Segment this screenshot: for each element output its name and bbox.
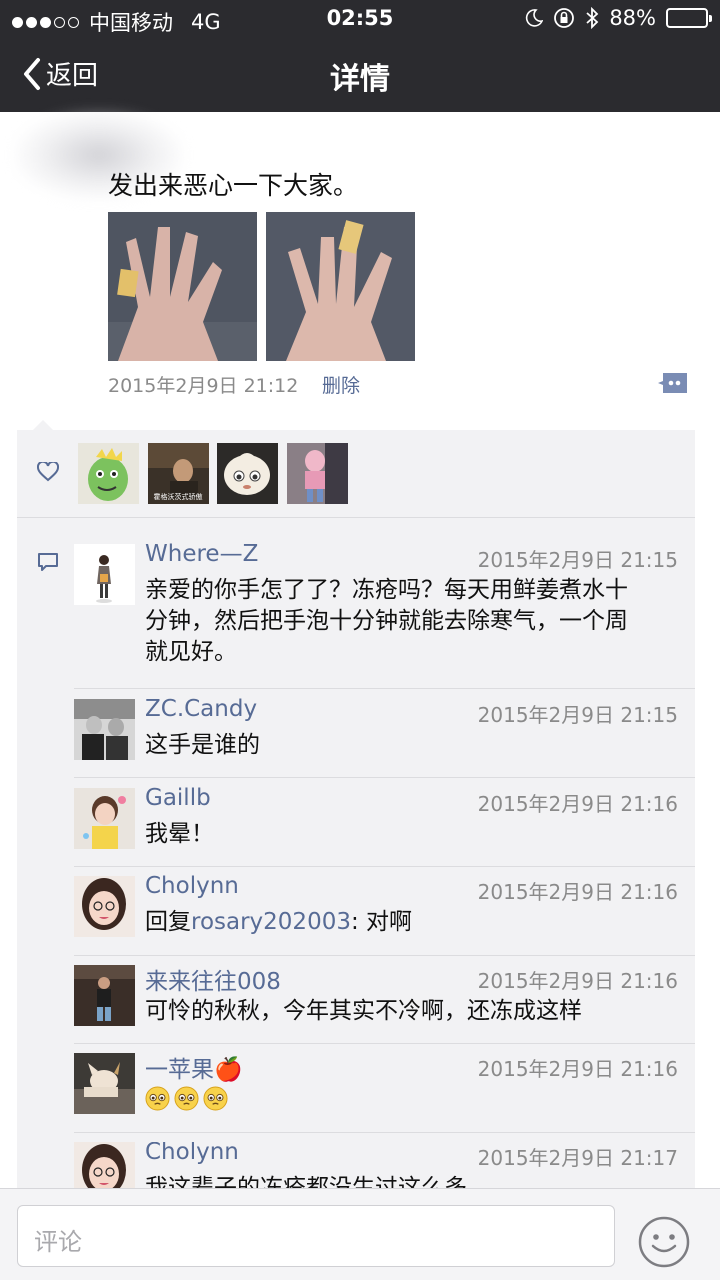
pleading-face-icon xyxy=(145,1086,170,1111)
like-avatar-3[interactable] xyxy=(217,443,278,504)
commenter-avatar[interactable] xyxy=(74,1053,135,1114)
comment-text: 回复rosary202003: 对啊 xyxy=(145,907,645,938)
more-comment-icon[interactable] xyxy=(657,371,689,395)
comment-time: 2015年2月9日 21:16 xyxy=(477,969,678,993)
commenter-avatar[interactable] xyxy=(74,1142,135,1190)
commenter-avatar[interactable] xyxy=(74,699,135,760)
comment-item: Gaillb 2015年2月9日 21:16 我晕！ xyxy=(74,785,678,858)
like-avatar-2[interactable]: 霍格沃茨式骄傲 xyxy=(148,443,209,504)
comment-item: ZC.Candy 2015年2月9日 21:15 这手是谁的 xyxy=(74,696,678,769)
pleading-face-icon xyxy=(203,1086,228,1111)
commenter-name[interactable]: 一苹果🍎 xyxy=(145,1050,243,1084)
commenter-name[interactable]: Cholynn xyxy=(145,1142,239,1165)
comment-time: 2015年2月9日 21:17 xyxy=(477,1146,678,1170)
comment-time: 2015年2月9日 21:15 xyxy=(477,703,678,727)
comment-text: 亲爱的你手怎了了？冻疮吗？每天用鲜姜煮水十分钟，然后把手泡十分钟就能去除寒气，一… xyxy=(145,577,628,665)
commenter-name[interactable]: Cholynn xyxy=(145,873,239,899)
pleading-face-icon xyxy=(174,1086,199,1111)
comment-time: 2015年2月9日 21:15 xyxy=(477,548,678,572)
divider xyxy=(74,777,695,778)
comment-time: 2015年2月9日 21:16 xyxy=(477,792,678,816)
moon-icon xyxy=(526,9,544,27)
comment-item: 来来往往008 2015年2月9日 21:16 可怜的秋秋，今年其实不冷啊，还冻… xyxy=(74,965,678,1035)
post-photo-2[interactable] xyxy=(266,212,415,361)
bluetooth-icon xyxy=(586,7,599,29)
feedback-panel: 霍格沃茨式骄傲 Where—Z 2015年2月9日 21:15 亲爱的你手怎了了… xyxy=(17,430,695,1190)
commenter-avatar[interactable] xyxy=(74,876,135,937)
comment-text: 🥺🥺🥺 xyxy=(145,1084,645,1115)
divider xyxy=(74,1043,695,1044)
commenter-avatar[interactable] xyxy=(74,544,135,605)
like-avatar-caption: 霍格沃茨式骄傲 xyxy=(154,492,203,501)
likes-row: 霍格沃茨式骄傲 xyxy=(17,430,695,518)
comment-text: 我晕！ xyxy=(145,821,214,847)
comment-input[interactable]: 评论 xyxy=(17,1205,615,1267)
top-bar: 中国移动 4G 02:55 88% 返回 详情 xyxy=(0,0,720,112)
commenter-name[interactable]: 来来往往008 xyxy=(145,962,281,996)
rotation-lock-icon xyxy=(554,8,575,28)
commenter-name[interactable]: Where—Z xyxy=(145,541,258,567)
like-avatar-1[interactable] xyxy=(78,443,139,504)
comment-time: 2015年2月9日 21:16 xyxy=(477,880,678,904)
heart-icon xyxy=(37,462,59,482)
like-avatar-4[interactable] xyxy=(287,443,348,504)
divider xyxy=(74,866,695,867)
divider xyxy=(74,1132,695,1133)
comment-item: Cholynn 2015年2月9日 21:17 我这辈子的冻疮都没生过这么多 xyxy=(74,1142,678,1190)
nav-bar: 返回 详情 xyxy=(0,38,720,112)
post-text: 发出来恶心一下大家。 xyxy=(108,171,359,200)
divider xyxy=(74,688,695,689)
divider xyxy=(74,955,695,956)
comment-text: 这手是谁的 xyxy=(145,732,260,758)
post-timestamp: 2015年2月9日 21:12 xyxy=(108,375,299,397)
comment-item: Where—Z 2015年2月9日 21:15 亲爱的你手怎了了？冻疮吗？每天用… xyxy=(74,541,678,674)
emoji-icon[interactable] xyxy=(638,1216,690,1268)
comment-icon xyxy=(38,553,58,571)
status-right: 88% xyxy=(525,6,712,30)
commenter-name[interactable]: Gaillb xyxy=(145,785,211,811)
battery-percent: 88% xyxy=(609,6,656,30)
comment-time: 2015年2月9日 21:16 xyxy=(477,1057,678,1081)
commenter-avatar[interactable] xyxy=(74,788,135,849)
delete-link[interactable]: 删除 xyxy=(322,371,360,398)
page-title: 详情 xyxy=(330,62,390,97)
comment-item: 一苹果🍎 2015年2月9日 21:16 🥺🥺🥺 xyxy=(74,1053,678,1123)
reply-prefix: 回复 xyxy=(145,909,191,935)
comment-text: 可怜的秋秋，今年其实不冷啊，还冻成这样 xyxy=(145,998,582,1024)
battery-icon xyxy=(666,8,712,28)
commenter-avatar[interactable] xyxy=(74,965,135,1026)
commenter-name[interactable]: ZC.Candy xyxy=(145,696,257,722)
post-photo-1[interactable] xyxy=(108,212,257,361)
reply-text: : 对啊 xyxy=(350,909,413,935)
comment-item: Cholynn 2015年2月9日 21:16 回复rosary202003: … xyxy=(74,873,678,946)
comment-bar: 评论 xyxy=(0,1188,720,1280)
reply-mention[interactable]: rosary202003 xyxy=(191,909,351,935)
panel-arrow xyxy=(33,420,53,430)
status-bar: 中国移动 4G 02:55 88% xyxy=(0,0,720,38)
